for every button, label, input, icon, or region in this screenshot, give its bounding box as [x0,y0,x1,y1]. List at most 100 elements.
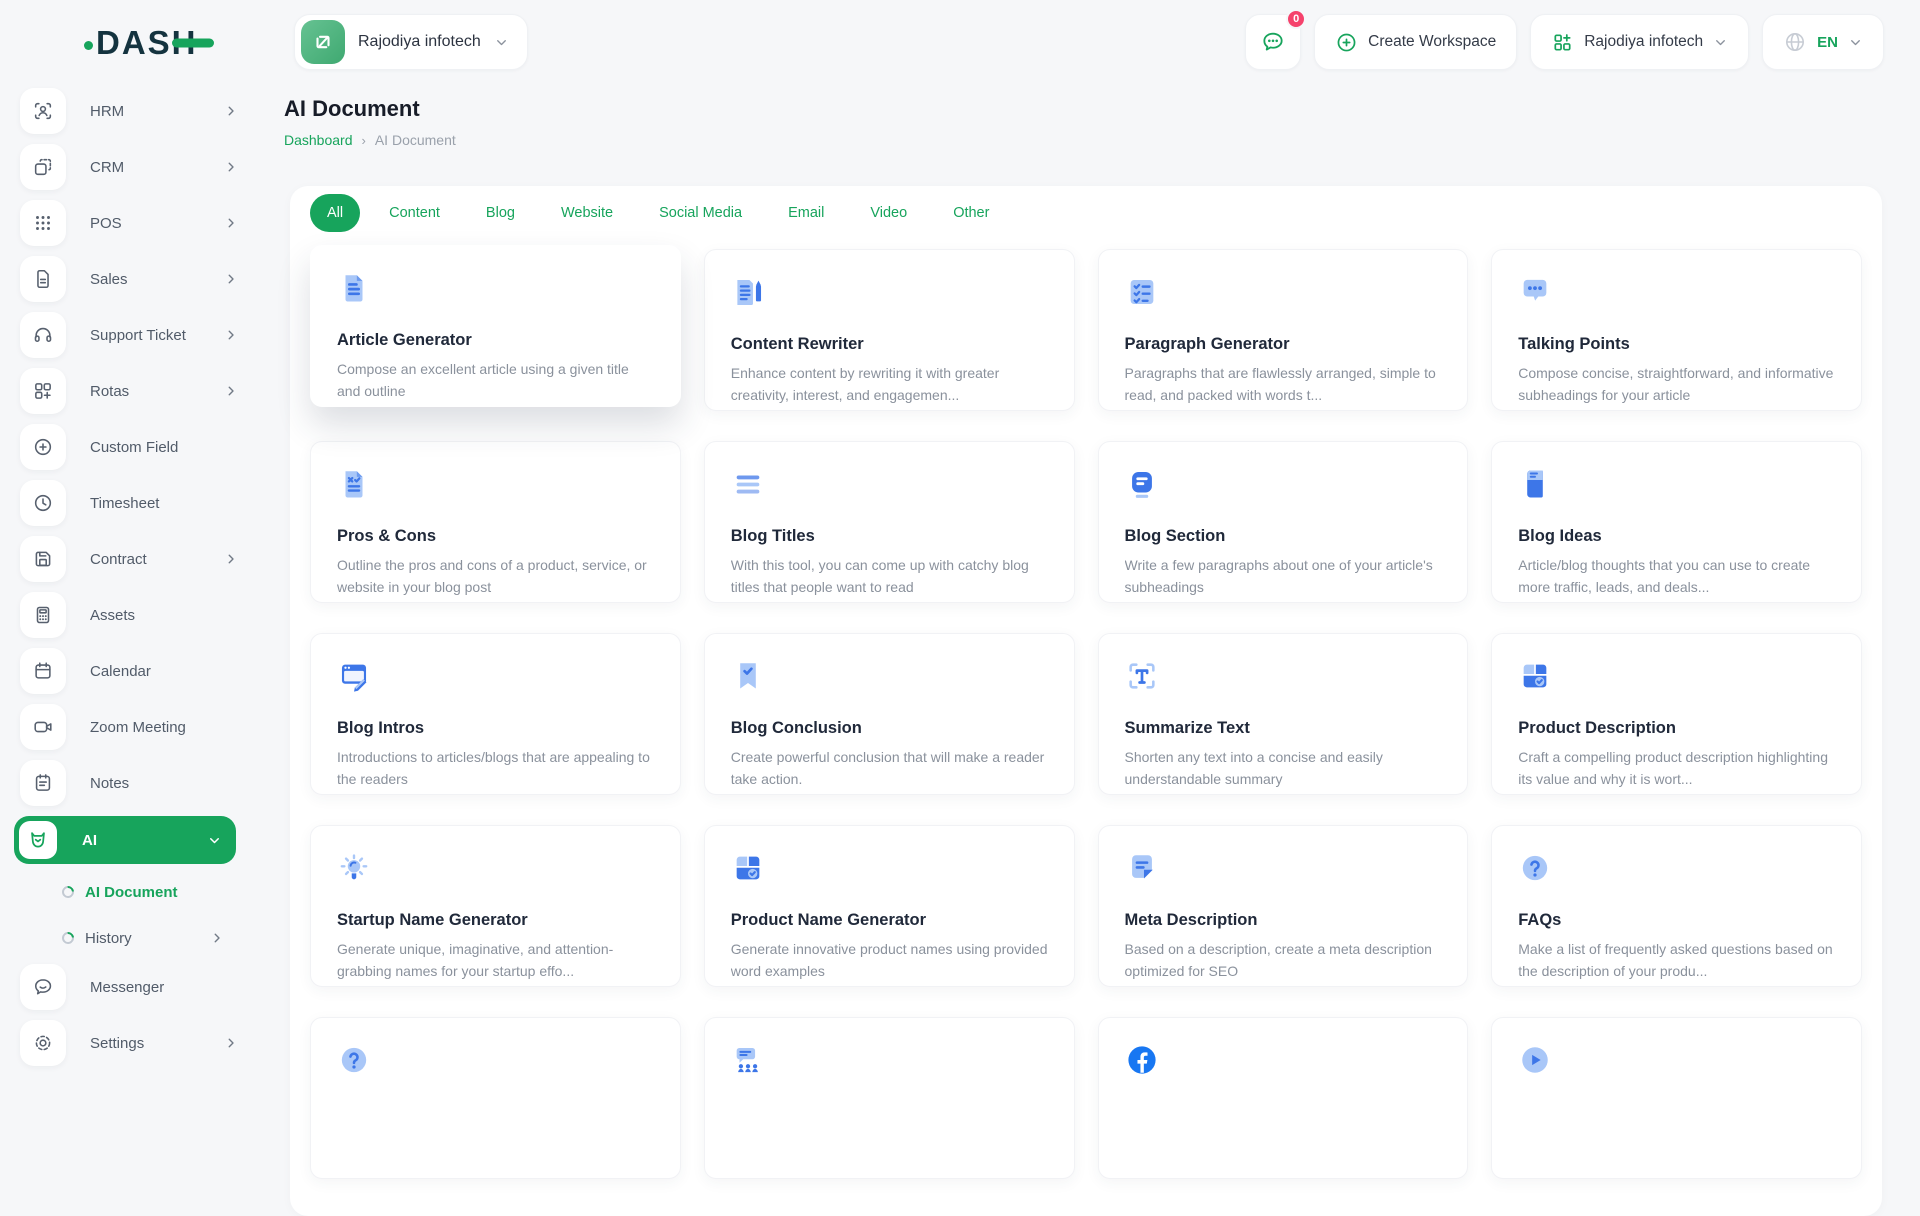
doc-x-check-icon [337,466,371,502]
sidebar-item-sales[interactable]: Sales [20,256,238,302]
chevron-right-icon [224,328,238,342]
sidebar-item-contract[interactable]: Contract [20,536,238,582]
tool-card-blog-intros[interactable]: Blog IntrosIntroductions to articles/blo… [310,633,681,795]
tool-card-blog-titles[interactable]: Blog Titles With this tool, you can come … [704,441,1075,603]
sidebar-item-ai[interactable]: AI [14,816,236,864]
workspace-avatar-icon [301,20,345,64]
logo-dot-icon [84,41,93,50]
tool-card-title: Pros & Cons [337,527,654,546]
tool-card-description: Write a few paragraphs about one of your… [1125,555,1442,598]
chat-icon [1260,29,1286,55]
chevron-right-icon [224,216,238,230]
sidebar-item-label: Custom Field [90,439,178,456]
tool-card-description: With this tool, you can come up with cat… [731,555,1048,598]
sidebar-item-rotas[interactable]: Rotas [20,368,238,414]
help-circle-icon [337,1042,371,1078]
sidebar-item-label: POS [90,215,122,232]
tool-card-meta-description[interactable]: Meta DescriptionBased on a description, … [1098,825,1469,987]
tool-card-description: Shorten any text into a concise and easi… [1125,747,1442,790]
page-title: AI Document [284,96,420,122]
bookmark-check-icon [731,658,765,694]
sidebar-item-zoom-meeting[interactable]: Zoom Meeting [20,704,238,750]
tool-card-content-rewriter[interactable]: Content RewriterEnhance content by rewri… [704,249,1075,411]
language-label: EN [1817,34,1838,51]
category-tabs: All Content Blog Website Social Media Email Vi… [310,194,1862,232]
sidebar-item-support-ticket[interactable]: Support Ticket [20,312,238,358]
crm-icon [20,144,66,190]
tool-card-description: Enhance content by rewriting it with gre… [731,363,1048,406]
assets-icon [20,592,66,638]
tool-card-blog-section[interactable]: Blog SectionWrite a few paragraphs about… [1098,441,1469,603]
sidebar-item-crm[interactable]: CRM [20,144,238,190]
tool-card-summarize-text[interactable]: Summarize TextShorten any text into a co… [1098,633,1469,795]
chevron-right-icon [224,104,238,118]
sidebar-item-custom-field[interactable]: Custom Field [20,424,238,470]
tool-card-blog-conclusion[interactable]: Blog ConclusionCreate powerful conclusio… [704,633,1075,795]
workspace-switcher[interactable]: Rajodiya infotech [294,14,528,70]
notes-icon [20,760,66,806]
tool-card-description: Make a list of frequently asked question… [1518,939,1835,982]
sidebar-item-notes[interactable]: Notes [20,760,238,806]
tool-card-faqs[interactable]: FAQsMake a list of frequently asked ques… [1491,825,1862,987]
doc-pencil-icon [731,274,765,310]
sidebar-item-label: Calendar [90,663,151,680]
tool-card-startup-name-generator[interactable]: Startup Name Generator Generate unique, i… [310,825,681,987]
breadcrumb-dashboard-link[interactable]: Dashboard [284,132,353,148]
sidebar-item-timesheet[interactable]: Timesheet [20,480,238,526]
box-check-icon [731,850,765,886]
timesheet-icon [20,480,66,526]
sidebar-subitem-ai-document[interactable]: AI Document [20,872,238,912]
tool-card-partial-facebook[interactable] [1098,1017,1469,1179]
sidebar-item-messenger[interactable]: Messenger [20,964,238,1010]
messages-button[interactable]: 0 [1245,14,1301,70]
lightbulb-icon [337,850,371,886]
sidebar-item-label: Messenger [90,979,164,996]
tool-card-partial-help-circle[interactable] [310,1017,681,1179]
tool-card-article-generator[interactable]: Article GeneratorCompose an excellent ar… [310,245,681,407]
sidebar-item-label: Assets [90,607,135,624]
tab-all[interactable]: All [310,194,360,232]
tool-card-blog-ideas[interactable]: Blog IdeasArticle/blog thoughts that you… [1491,441,1862,603]
sidebar-item-calendar[interactable]: Calendar [20,648,238,694]
support-ticket-icon [20,312,66,358]
sidebar-item-label: Notes [90,775,129,792]
create-workspace-button[interactable]: Create Workspace [1314,14,1517,70]
tool-card-talking-points[interactable]: Talking Points Compose concise, straightf… [1491,249,1862,411]
tab-website[interactable]: Website [544,194,630,232]
sidebar-item-pos[interactable]: POS [20,200,238,246]
app-logo[interactable]: DASH [84,24,198,62]
tool-card-title: Blog Titles [731,527,1048,546]
tab-social-media[interactable]: Social Media [642,194,759,232]
bullet-icon [60,930,77,947]
tool-card-product-name-generator[interactable]: Product Name GeneratorGenerate innovativ… [704,825,1075,987]
tool-card-title: Article Generator [337,331,654,350]
tab-other[interactable]: Other [936,194,1006,232]
reviews-icon [731,1042,765,1078]
sidebar-item-hrm[interactable]: HRM [20,88,238,134]
company-menu[interactable]: Rajodiya infotech [1530,14,1749,70]
ai-icon [19,821,57,859]
tool-card-partial-play-circle[interactable] [1491,1017,1862,1179]
tab-content[interactable]: Content [372,194,457,232]
tool-card-description: Outline the pros and cons of a product, … [337,555,654,598]
tab-email[interactable]: Email [771,194,841,232]
tool-card-pros-cons[interactable]: Pros & Cons Outline the pros and cons of … [310,441,681,603]
tool-card-product-description[interactable]: Product DescriptionCraft a compelling pr… [1491,633,1862,795]
sidebar-item-assets[interactable]: Assets [20,592,238,638]
tool-card-title: Product Description [1518,719,1835,738]
sidebar-item-settings[interactable]: Settings [20,1020,238,1066]
tool-card-title: Talking Points [1518,335,1835,354]
sidebar-subitem-history[interactable]: History [20,918,238,958]
tool-card-description: Compose concise, straightforward, and in… [1518,363,1835,406]
sidebar-subitem-label: History [85,930,132,947]
tool-card-title: Startup Name Generator [337,911,654,930]
language-menu[interactable]: EN [1762,14,1884,70]
tab-video[interactable]: Video [853,194,924,232]
tab-blog[interactable]: Blog [469,194,532,232]
tool-card-partial-reviews[interactable] [704,1017,1075,1179]
sidebar-item-label: Sales [90,271,128,288]
custom-field-icon [20,424,66,470]
tool-card-description: Generate unique, imaginative, and attent… [337,939,654,982]
tool-card-paragraph-generator[interactable]: Paragraph GeneratorParagraphs that are f… [1098,249,1469,411]
sidebar-item-label: Support Ticket [90,327,186,344]
